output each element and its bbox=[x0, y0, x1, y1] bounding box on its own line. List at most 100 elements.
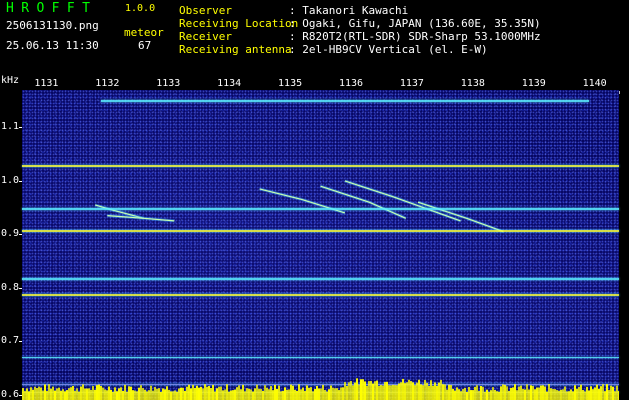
power-bar bbox=[364, 381, 366, 400]
power-bar bbox=[596, 384, 598, 400]
power-bar bbox=[270, 386, 272, 400]
power-bar bbox=[80, 386, 82, 400]
power-bar bbox=[116, 391, 118, 400]
carrier-line bbox=[22, 277, 619, 280]
carrier-line bbox=[101, 99, 589, 102]
power-bar bbox=[132, 390, 134, 400]
power-bar bbox=[598, 388, 600, 400]
power-bar bbox=[272, 390, 274, 400]
power-bar bbox=[548, 384, 550, 400]
power-bar bbox=[46, 391, 48, 400]
power-bar bbox=[588, 390, 590, 400]
power-bar bbox=[214, 391, 216, 400]
power-bar bbox=[98, 384, 100, 400]
power-bar bbox=[142, 388, 144, 400]
power-bar bbox=[100, 386, 102, 400]
power-bar bbox=[560, 389, 562, 400]
x-tick-label: 1136 bbox=[338, 78, 364, 89]
power-bar bbox=[30, 387, 32, 400]
power-bar bbox=[472, 390, 474, 400]
power-bar bbox=[184, 391, 186, 400]
power-bar bbox=[334, 388, 336, 400]
power-bar bbox=[150, 385, 152, 400]
power-bar bbox=[584, 391, 586, 400]
power-bar bbox=[544, 386, 546, 400]
power-bar bbox=[82, 384, 84, 400]
power-bar bbox=[248, 388, 250, 400]
power-bar bbox=[496, 391, 498, 400]
power-bar bbox=[604, 391, 606, 400]
y-tick-label: 1.1 bbox=[1, 121, 20, 133]
power-bar bbox=[242, 384, 244, 400]
power-bar bbox=[500, 386, 502, 400]
power-bar bbox=[48, 384, 50, 400]
power-bar bbox=[110, 389, 112, 400]
meteor-label: meteor bbox=[124, 26, 164, 39]
info-label: Receiver bbox=[179, 30, 232, 43]
power-bar bbox=[158, 388, 160, 400]
power-bar bbox=[194, 388, 196, 400]
power-bar bbox=[96, 385, 98, 400]
power-bar bbox=[520, 385, 522, 400]
carrier-line bbox=[22, 294, 619, 297]
power-bar bbox=[66, 390, 68, 400]
power-bar bbox=[332, 387, 334, 400]
power-bar bbox=[542, 385, 544, 400]
power-bar bbox=[426, 382, 428, 400]
power-bar bbox=[136, 391, 138, 400]
power-bar bbox=[178, 388, 180, 400]
power-bar bbox=[58, 387, 60, 400]
power-bar bbox=[326, 391, 328, 400]
power-bar bbox=[566, 391, 568, 400]
info-label: Observer bbox=[179, 4, 232, 17]
power-bar bbox=[348, 382, 350, 400]
power-bar bbox=[26, 388, 28, 400]
power-bar bbox=[286, 389, 288, 400]
power-bar bbox=[562, 389, 564, 400]
power-bar bbox=[240, 389, 242, 400]
power-bar bbox=[204, 384, 206, 400]
power-bar bbox=[312, 391, 314, 400]
power-bar bbox=[234, 389, 236, 400]
power-bar bbox=[218, 386, 220, 400]
power-strip bbox=[22, 378, 619, 400]
power-bar bbox=[458, 389, 460, 400]
power-bar bbox=[122, 390, 124, 400]
power-bar bbox=[236, 387, 238, 400]
power-bar bbox=[460, 391, 462, 400]
power-bar bbox=[488, 391, 490, 400]
carrier-line bbox=[22, 208, 619, 211]
power-bar bbox=[616, 385, 618, 400]
power-bar bbox=[320, 388, 322, 400]
power-bar bbox=[466, 391, 468, 400]
power-bar bbox=[106, 390, 108, 400]
power-bar bbox=[362, 379, 364, 400]
power-bar bbox=[144, 389, 146, 400]
power-bar bbox=[342, 387, 344, 400]
power-bar bbox=[382, 385, 384, 400]
power-bar bbox=[516, 390, 518, 400]
power-bar bbox=[42, 390, 44, 400]
power-bar bbox=[198, 387, 200, 400]
power-bar bbox=[28, 391, 30, 400]
meteor-count: 67 bbox=[138, 39, 152, 52]
power-bar bbox=[156, 388, 158, 400]
power-bar bbox=[114, 387, 116, 400]
power-bar bbox=[498, 391, 500, 400]
power-bar bbox=[152, 390, 154, 400]
power-bar bbox=[432, 385, 434, 400]
power-bar bbox=[610, 385, 612, 400]
power-bar bbox=[422, 385, 424, 400]
power-bar bbox=[226, 384, 228, 400]
x-tick-label: 1134 bbox=[217, 78, 242, 89]
power-bar bbox=[24, 391, 26, 400]
power-bar bbox=[224, 389, 226, 400]
power-bar bbox=[340, 387, 342, 400]
power-bar bbox=[594, 387, 596, 400]
power-bar bbox=[86, 388, 88, 400]
app-logo: HROFFT bbox=[6, 1, 98, 16]
power-bar bbox=[138, 387, 140, 400]
power-bar bbox=[572, 391, 574, 400]
x-tick-label: 1138 bbox=[460, 78, 485, 89]
power-bar bbox=[576, 388, 578, 400]
